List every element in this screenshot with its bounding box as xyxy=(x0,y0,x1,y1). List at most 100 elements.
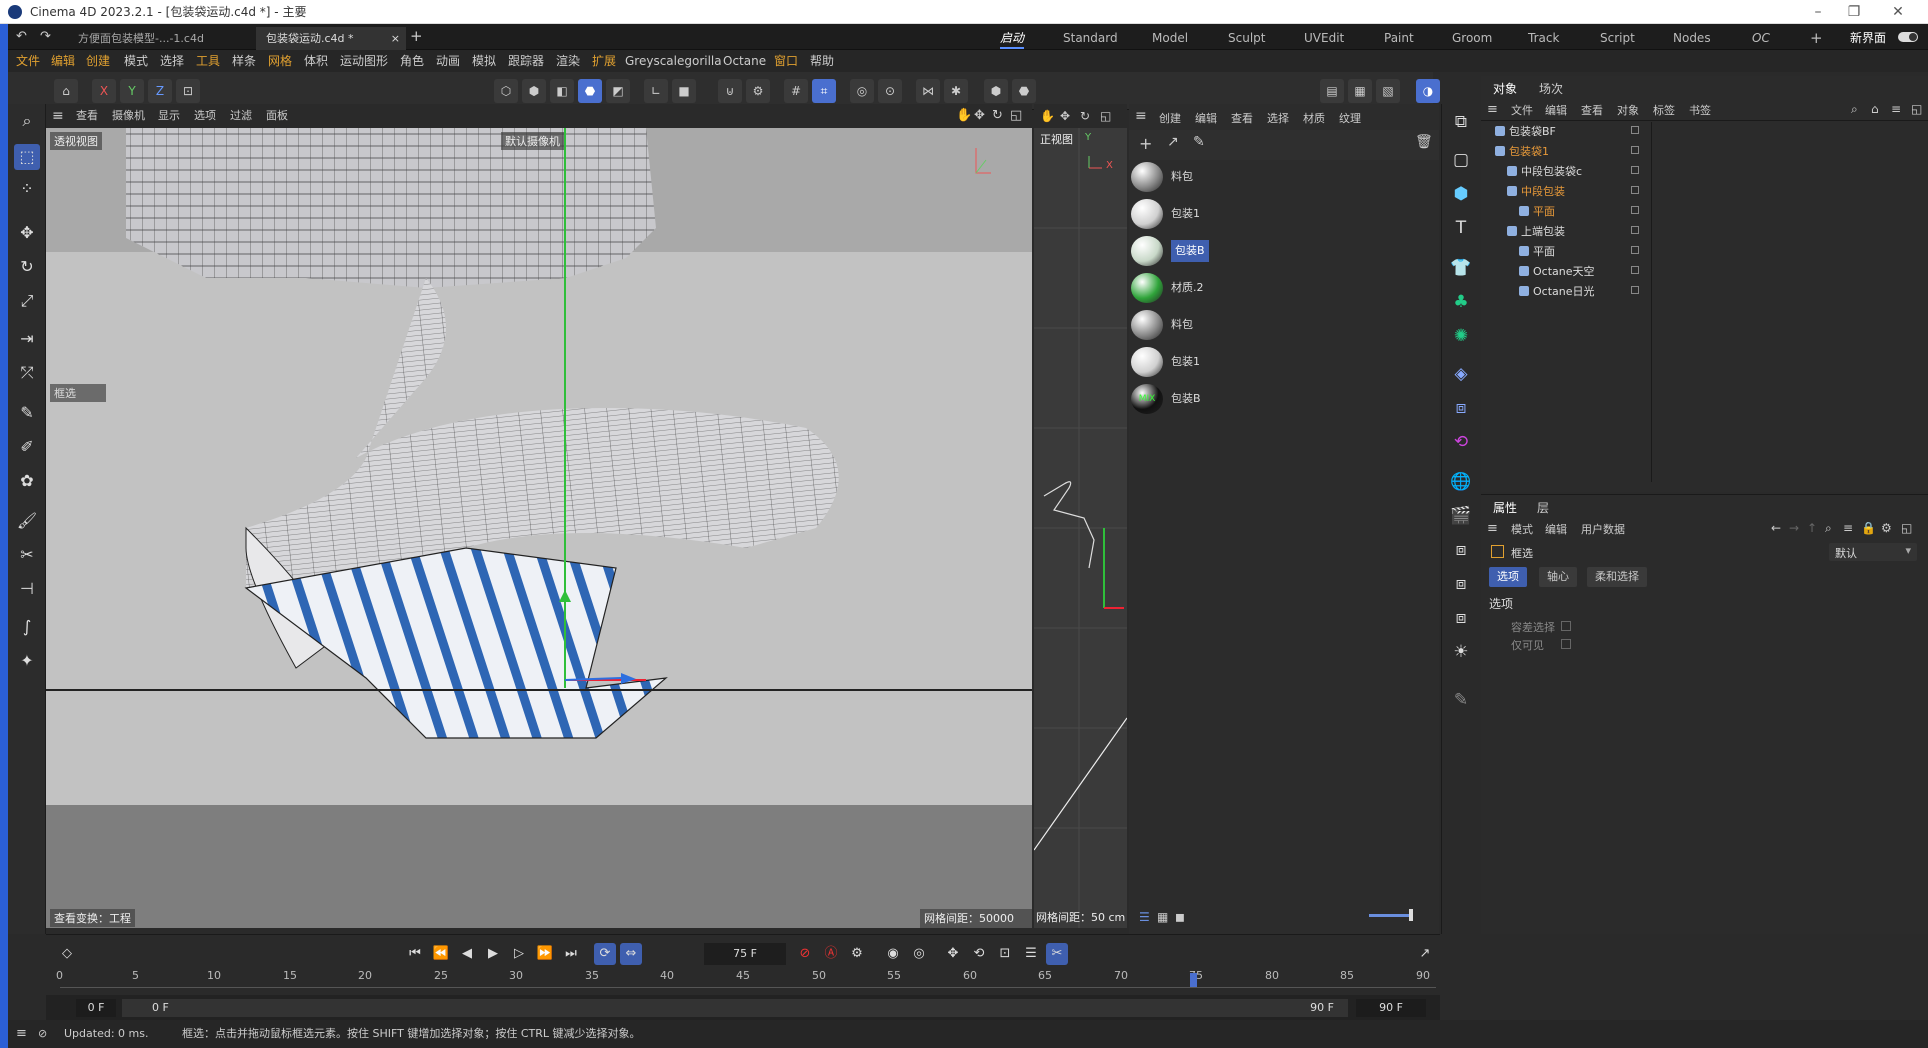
attr-hamburger-icon[interactable]: ≡ xyxy=(1487,521,1498,536)
symmetry-settings-icon[interactable]: ✱ xyxy=(944,79,968,103)
layout-groom[interactable]: Groom xyxy=(1452,27,1492,49)
add-material-icon[interactable]: + xyxy=(1139,134,1152,153)
ortho-pan-icon[interactable]: ✋ xyxy=(1040,109,1055,123)
undo-view-icon[interactable]: ⌂ xyxy=(54,79,78,103)
preset-dropdown[interactable]: 默认 ▾ xyxy=(1829,543,1917,561)
attr-maximize-icon[interactable]: ◱ xyxy=(1901,521,1912,535)
menu-create[interactable]: 创建 xyxy=(86,50,110,72)
render-picture-viewer-icon[interactable]: ▦ xyxy=(1348,79,1372,103)
material-hamburger-icon[interactable]: ≡ xyxy=(1135,108,1147,124)
visibility-toggle[interactable] xyxy=(1631,226,1639,234)
attr-filter-icon[interactable]: ≡ xyxy=(1843,521,1853,535)
mat-menu-view[interactable]: 查看 xyxy=(1231,110,1253,126)
plane-object-icon[interactable]: ▢ xyxy=(1447,146,1475,174)
layout-sculpt[interactable]: Sculpt xyxy=(1228,27,1265,49)
grid-icon[interactable]: # xyxy=(784,79,808,103)
viewport-menu-display[interactable]: 显示 xyxy=(158,104,180,128)
material-item[interactable]: 包装1 xyxy=(1129,197,1249,231)
soft-selection-icon[interactable]: ◎ xyxy=(850,79,874,103)
material-item[interactable]: 料包 xyxy=(1129,308,1249,342)
edges-mode-icon[interactable]: ⬢ xyxy=(522,79,546,103)
layout-uvedit[interactable]: UVEdit xyxy=(1304,27,1344,49)
rotate-icon[interactable]: ↻ xyxy=(14,254,40,280)
search-icon[interactable]: ⌕ xyxy=(14,108,40,134)
lock-icon[interactable]: 🔒 xyxy=(1861,521,1876,535)
large-view-icon[interactable]: ◼ xyxy=(1175,910,1185,924)
transfer-icon[interactable]: ⇥ xyxy=(14,326,40,352)
mat-menu-edit[interactable]: 编辑 xyxy=(1195,110,1217,126)
front-viewport[interactable]: 正视图 Y X 网格间距：50 cm xyxy=(1034,128,1127,928)
camera-object-icon[interactable]: ⧉ xyxy=(1447,108,1475,136)
object-row[interactable]: 上端包装 xyxy=(1481,222,1928,242)
maximize-button[interactable]: ❐ xyxy=(1836,0,1872,24)
deformer-icon[interactable]: ◈ xyxy=(1447,360,1475,388)
object-row[interactable]: Octane天空 xyxy=(1481,262,1928,282)
visibility-toggle[interactable] xyxy=(1631,246,1639,254)
snap-icon[interactable]: ⊍ xyxy=(718,79,742,103)
attr-menu-mode[interactable]: 模式 xyxy=(1511,521,1533,537)
stereo-camera-icon[interactable]: ⧈ xyxy=(1447,604,1475,632)
ortho-rotate-icon[interactable]: ↻ xyxy=(1080,109,1090,123)
visibility-toggle[interactable] xyxy=(1631,166,1639,174)
subtab-axis[interactable]: 轴心 xyxy=(1539,567,1577,587)
object-row[interactable]: 包装袋1 xyxy=(1481,142,1928,162)
texture-mode-icon[interactable]: ■ xyxy=(672,79,696,103)
axis-mode-icon[interactable]: ∟ xyxy=(644,79,668,103)
material-item[interactable]: 材质.2 xyxy=(1129,271,1249,305)
light-icon[interactable]: ☀ xyxy=(1447,638,1475,666)
attr-search-icon[interactable]: ⌕ xyxy=(1825,521,1832,536)
move-camera-icon[interactable]: ✥ xyxy=(974,104,985,128)
tab-objects[interactable]: 对象 xyxy=(1493,80,1517,97)
perspective-viewport[interactable]: 透视视图 默认摄像机 框选 查看变换：工程 网格间距：50000 cm xyxy=(46,128,1032,928)
menu-help[interactable]: 帮助 xyxy=(810,50,834,72)
list-view-icon[interactable]: ☰ xyxy=(1139,910,1150,924)
viewport-menu-panel[interactable]: 面板 xyxy=(266,104,288,128)
render-view-icon[interactable]: ▤ xyxy=(1320,79,1344,103)
object-row[interactable]: 包装袋BF xyxy=(1481,122,1928,142)
model-mode-icon[interactable]: ⬣ xyxy=(578,79,602,103)
start-frame-field[interactable]: 0 F xyxy=(76,999,116,1017)
layout-script[interactable]: Script xyxy=(1600,27,1635,49)
menu-window[interactable]: 窗口 xyxy=(774,50,798,72)
object-row[interactable]: 中段包装袋c xyxy=(1481,162,1928,182)
timeline-ruler[interactable]: 051015202530354045505560657075808590 xyxy=(56,935,1440,995)
viewport-camera-label[interactable]: 默认摄像机 xyxy=(501,132,564,150)
attr-menu-userdata[interactable]: 用户数据 xyxy=(1581,521,1625,537)
uv-mode-icon[interactable]: ◩ xyxy=(606,79,630,103)
back-arrow-icon[interactable]: ← xyxy=(1771,521,1781,535)
brush-icon[interactable]: 🖌 xyxy=(14,508,40,534)
obj-search-icon[interactable]: ⌕ xyxy=(1851,102,1858,117)
object-hamburger-icon[interactable]: ≡ xyxy=(1487,102,1498,117)
status-menu-icon[interactable]: ≡ xyxy=(16,1020,27,1048)
menu-mesh[interactable]: 网格 xyxy=(268,50,292,72)
layout-startup[interactable]: 启动 xyxy=(1000,27,1025,49)
visibility-toggle[interactable] xyxy=(1631,206,1639,214)
obj-menu-object[interactable]: 对象 xyxy=(1617,102,1639,118)
object-row[interactable]: 平面 xyxy=(1481,202,1928,222)
object-row[interactable]: 平面 xyxy=(1481,242,1928,262)
symmetry-icon[interactable]: ⊙ xyxy=(878,79,902,103)
mat-menu-select[interactable]: 选择 xyxy=(1267,110,1289,126)
zoom-slider[interactable] xyxy=(1369,914,1413,917)
layout-standard[interactable]: Standard xyxy=(1063,27,1118,49)
new-tab-button[interactable]: + xyxy=(410,27,423,45)
arrow-icon[interactable]: ↗ xyxy=(1167,134,1179,150)
end-frame-field[interactable]: 90 F xyxy=(1356,999,1426,1017)
attr-settings-icon[interactable]: ⚙ xyxy=(1881,521,1892,535)
layout-oc[interactable]: OC xyxy=(1752,27,1770,49)
minimize-button[interactable]: – xyxy=(1800,0,1836,24)
undo-icon[interactable]: ↶ xyxy=(16,29,27,44)
layout-paint[interactable]: Paint xyxy=(1384,27,1414,49)
playhead[interactable] xyxy=(1190,973,1197,987)
menu-volume[interactable]: 体积 xyxy=(304,50,328,72)
attr-menu-edit[interactable]: 编辑 xyxy=(1545,521,1567,537)
viewport-menu-cameras[interactable]: 摄像机 xyxy=(112,104,145,128)
obj-menu-file[interactable]: 文件 xyxy=(1511,102,1533,118)
subtab-soft-selection[interactable]: 柔和选择 xyxy=(1587,567,1647,587)
sculpt-icon[interactable]: ✦ xyxy=(14,648,40,674)
paint-icon[interactable]: ✿ xyxy=(14,468,40,494)
visibility-toggle[interactable] xyxy=(1631,146,1639,154)
up-arrow-icon[interactable]: ↑ xyxy=(1807,521,1817,535)
cloner-icon[interactable]: ♣ xyxy=(1447,288,1475,316)
octane-settings-icon[interactable]: ⬣ xyxy=(1012,79,1036,103)
